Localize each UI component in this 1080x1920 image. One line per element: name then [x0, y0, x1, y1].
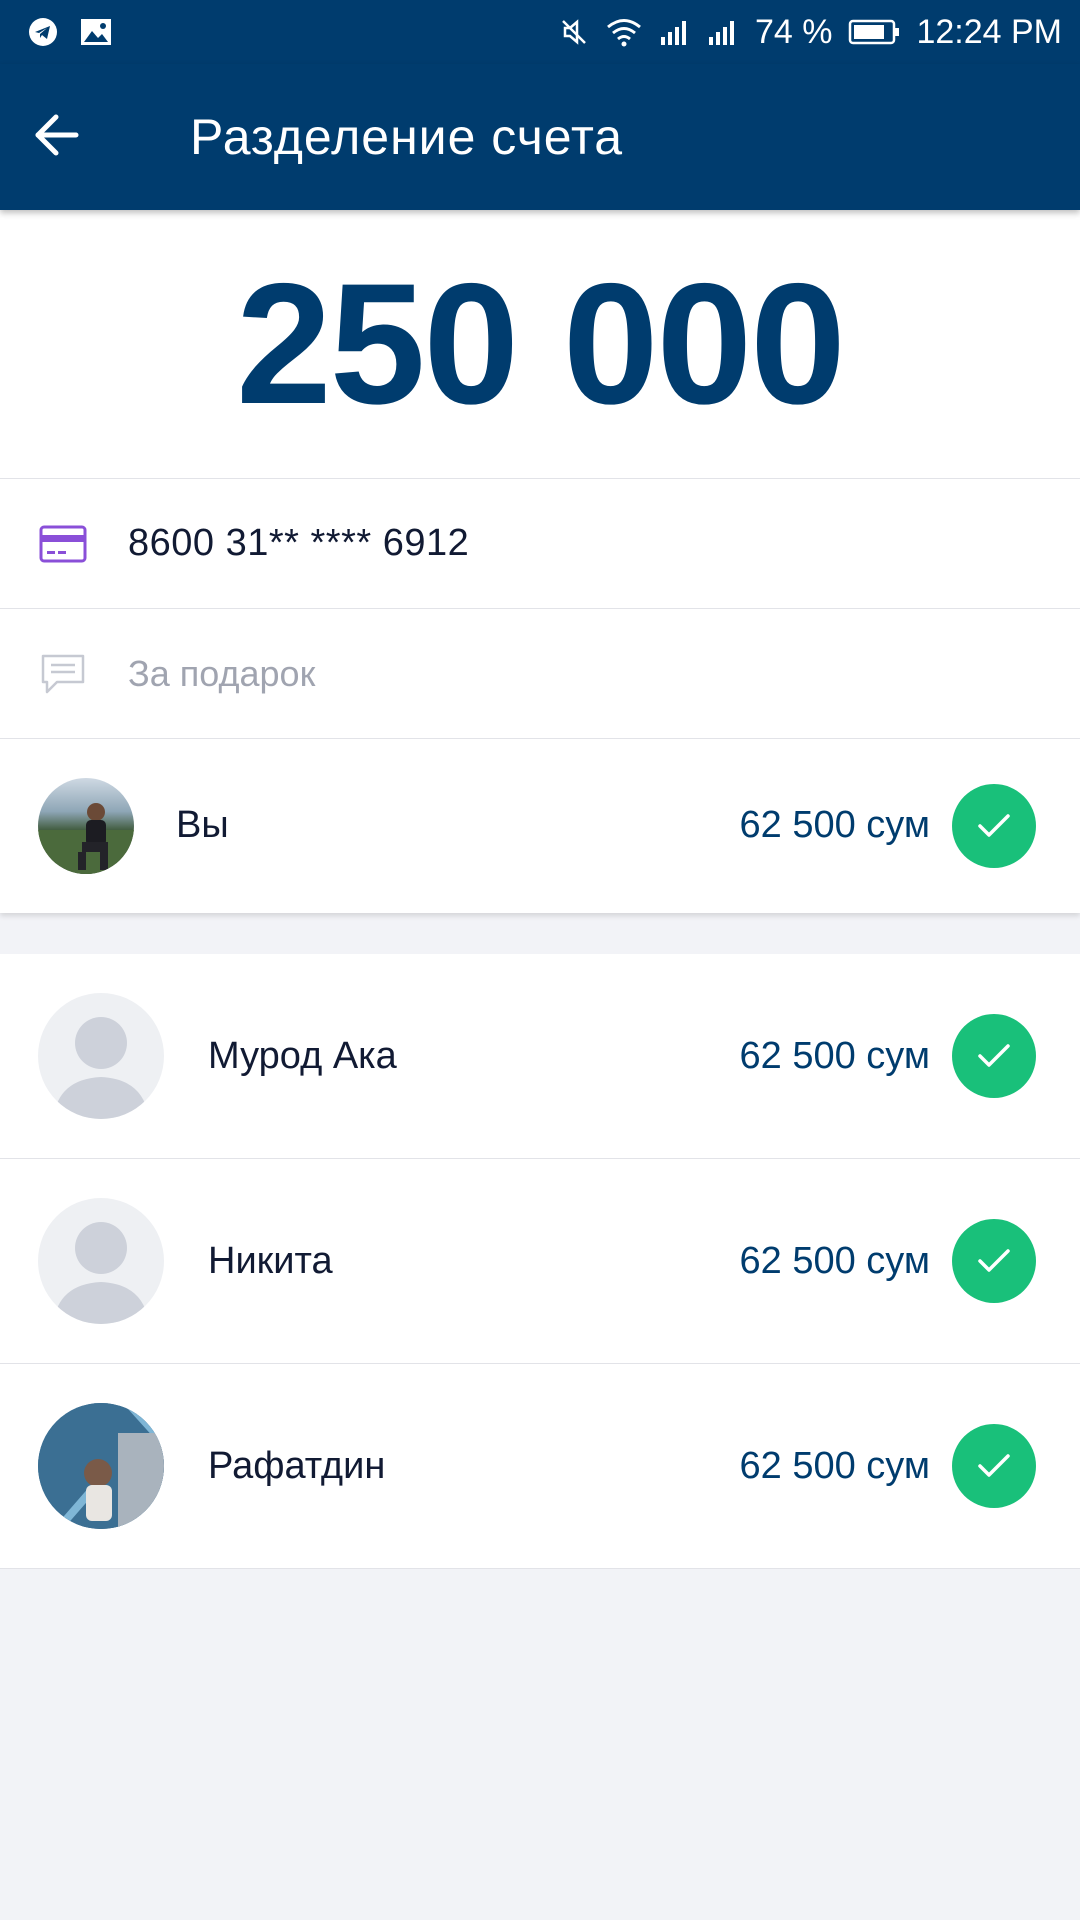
participant-name: Рафатдин	[208, 1444, 386, 1487]
mute-icon	[559, 17, 589, 47]
card-number: 8600 31** **** 6912	[128, 522, 470, 564]
page-title: Разделение счета	[190, 109, 624, 165]
status-bar: 74 % 12:24 PM	[0, 0, 1080, 64]
avatar	[38, 993, 164, 1119]
list-item[interactable]: Мурод Ака 62 500 сум	[0, 954, 1080, 1159]
app-bar: Разделение счета	[0, 64, 1080, 210]
avatar	[38, 777, 134, 874]
bill-summary-card: 250 000 8600 31** **** 6912 За подарок В…	[0, 210, 1080, 913]
participants-list: Мурод Ака 62 500 сум Никита 62 500 сум Р…	[0, 954, 1080, 1569]
participant-amount: 62 500 сум	[739, 1239, 930, 1282]
check-icon	[952, 1219, 1036, 1303]
battery-percent: 74 %	[754, 12, 833, 51]
gallery-icon	[80, 18, 112, 46]
arrow-left-icon	[35, 113, 80, 162]
signal-icon	[659, 17, 691, 47]
list-item[interactable]: Рафатдин 62 500 сум	[0, 1364, 1080, 1569]
self-name: Вы	[176, 804, 229, 846]
check-icon	[952, 783, 1036, 868]
participant-name: Мурод Ака	[208, 1034, 397, 1077]
chat-bubble-icon	[38, 652, 88, 696]
signal-icon	[707, 17, 739, 47]
battery-icon	[848, 18, 900, 46]
avatar	[38, 1198, 164, 1324]
clock: 12:24 PM	[916, 12, 1062, 51]
check-icon	[952, 1014, 1036, 1098]
credit-card-icon	[38, 525, 88, 563]
participant-name: Никита	[208, 1239, 333, 1282]
wifi-icon	[605, 17, 643, 47]
participant-amount: 62 500 сум	[739, 1034, 930, 1077]
comment-text: За подарок	[128, 652, 316, 694]
card-row[interactable]: 8600 31** **** 6912	[0, 479, 1080, 609]
self-row: Вы 62 500 сум	[0, 739, 1080, 912]
list-item[interactable]: Никита 62 500 сум	[0, 1159, 1080, 1364]
self-amount: 62 500 сум	[739, 804, 930, 846]
participant-amount: 62 500 сум	[739, 1444, 930, 1487]
comment-row[interactable]: За подарок	[0, 609, 1080, 739]
back-button[interactable]	[0, 64, 150, 210]
check-icon	[952, 1424, 1036, 1508]
avatar	[38, 1403, 164, 1529]
total-amount: 250 000	[0, 210, 1080, 479]
telegram-icon	[28, 17, 58, 47]
